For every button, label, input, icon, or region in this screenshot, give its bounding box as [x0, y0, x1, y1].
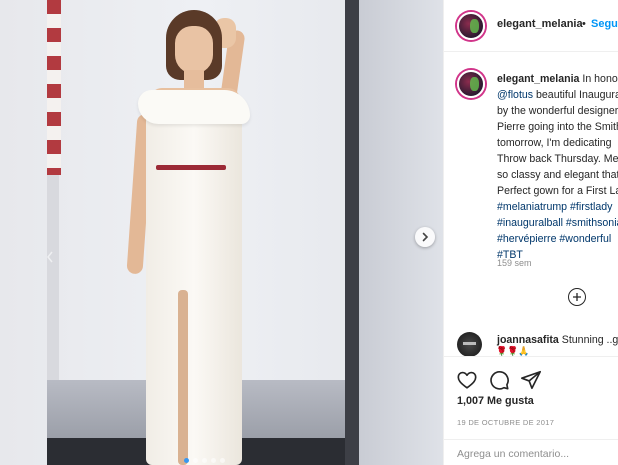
caption-line-text: beautiful Inaugural: [533, 89, 618, 101]
heart-icon[interactable]: [456, 369, 478, 391]
caption-line: @flotus beautiful Inaugural: [497, 87, 618, 103]
caption-text: elegant_melania In honor of @flotus beau…: [497, 71, 618, 263]
caption-line: by the wonderful designer: [497, 105, 618, 117]
chevron-right-icon: [422, 232, 429, 242]
post-date[interactable]: 19 DE OCTUBRE DE 2017: [457, 418, 554, 427]
caption-line-text: In honor of: [582, 73, 618, 85]
instagram-post-view: elegant_melania • Seguir elegant_melania…: [0, 0, 618, 465]
next-image-button[interactable]: [415, 227, 435, 247]
caption-username[interactable]: elegant_melania: [497, 73, 579, 85]
post-actions: 1,007 Me gusta 19 DE OCTUBRE DE 2017: [444, 356, 618, 465]
american-flag: [47, 0, 61, 175]
post-header: elegant_melania • Seguir: [444, 0, 618, 52]
comment-text: joannasafita Stunning ..g: [497, 334, 618, 346]
hashtag-line[interactable]: #inauguralball #smithsonian: [497, 215, 618, 231]
caption-line: tomorrow, I'm dedicating: [497, 137, 612, 149]
comment-body: Stunning ..g: [561, 334, 618, 346]
post-side-panel: elegant_melania • Seguir elegant_melania…: [443, 0, 618, 465]
carousel-dots: [184, 458, 225, 463]
carousel-dot: [184, 458, 189, 463]
carousel-dot: [193, 458, 198, 463]
header-username[interactable]: elegant_melania: [497, 18, 583, 30]
caption-line: Pierre going into the Smithsonian: [497, 121, 618, 133]
caption-line: so classy and elegant that: [497, 169, 618, 181]
mention-link[interactable]: @flotus: [497, 89, 533, 101]
woman-in-white-gown: [126, 10, 258, 465]
caption-line: Perfect gown for a First Lady: [497, 185, 618, 197]
comment-item: joannasafita Stunning ..g 🌹🌹🙏: [444, 330, 618, 357]
plus-icon: [573, 293, 581, 301]
likes-count[interactable]: 1,007 Me gusta: [457, 395, 534, 407]
caption-area: elegant_melania In honor of @flotus beau…: [444, 52, 618, 352]
hashtag-line[interactable]: #melaniatrump #firstlady: [497, 199, 618, 215]
caption-line: Throw back Thursday. Me: [497, 153, 618, 165]
commenter-avatar[interactable]: [457, 332, 482, 357]
header-separator: •: [582, 18, 586, 30]
comment-input[interactable]: [457, 448, 612, 460]
share-icon[interactable]: [520, 369, 542, 391]
caption-avatar[interactable]: [457, 70, 485, 98]
carousel-dot: [211, 458, 216, 463]
caption-timestamp[interactable]: 159 sem: [497, 258, 532, 268]
comment-form: [444, 439, 618, 465]
commenter-username[interactable]: joannasafita: [497, 334, 559, 346]
left-edge-indicator: [47, 251, 53, 263]
carousel-dot: [220, 458, 225, 463]
comment-icon[interactable]: [488, 369, 510, 391]
hashtag-line[interactable]: #hervépierre #wonderful: [497, 231, 618, 247]
load-more-comments-button[interactable]: [568, 288, 586, 306]
caption-line: elegant_melania In honor of: [497, 71, 618, 87]
carousel-dot: [202, 458, 207, 463]
avatar[interactable]: [457, 12, 485, 40]
stage-curtain: [345, 0, 359, 465]
post-image[interactable]: [0, 0, 443, 465]
follow-button[interactable]: Seguir: [591, 18, 618, 30]
